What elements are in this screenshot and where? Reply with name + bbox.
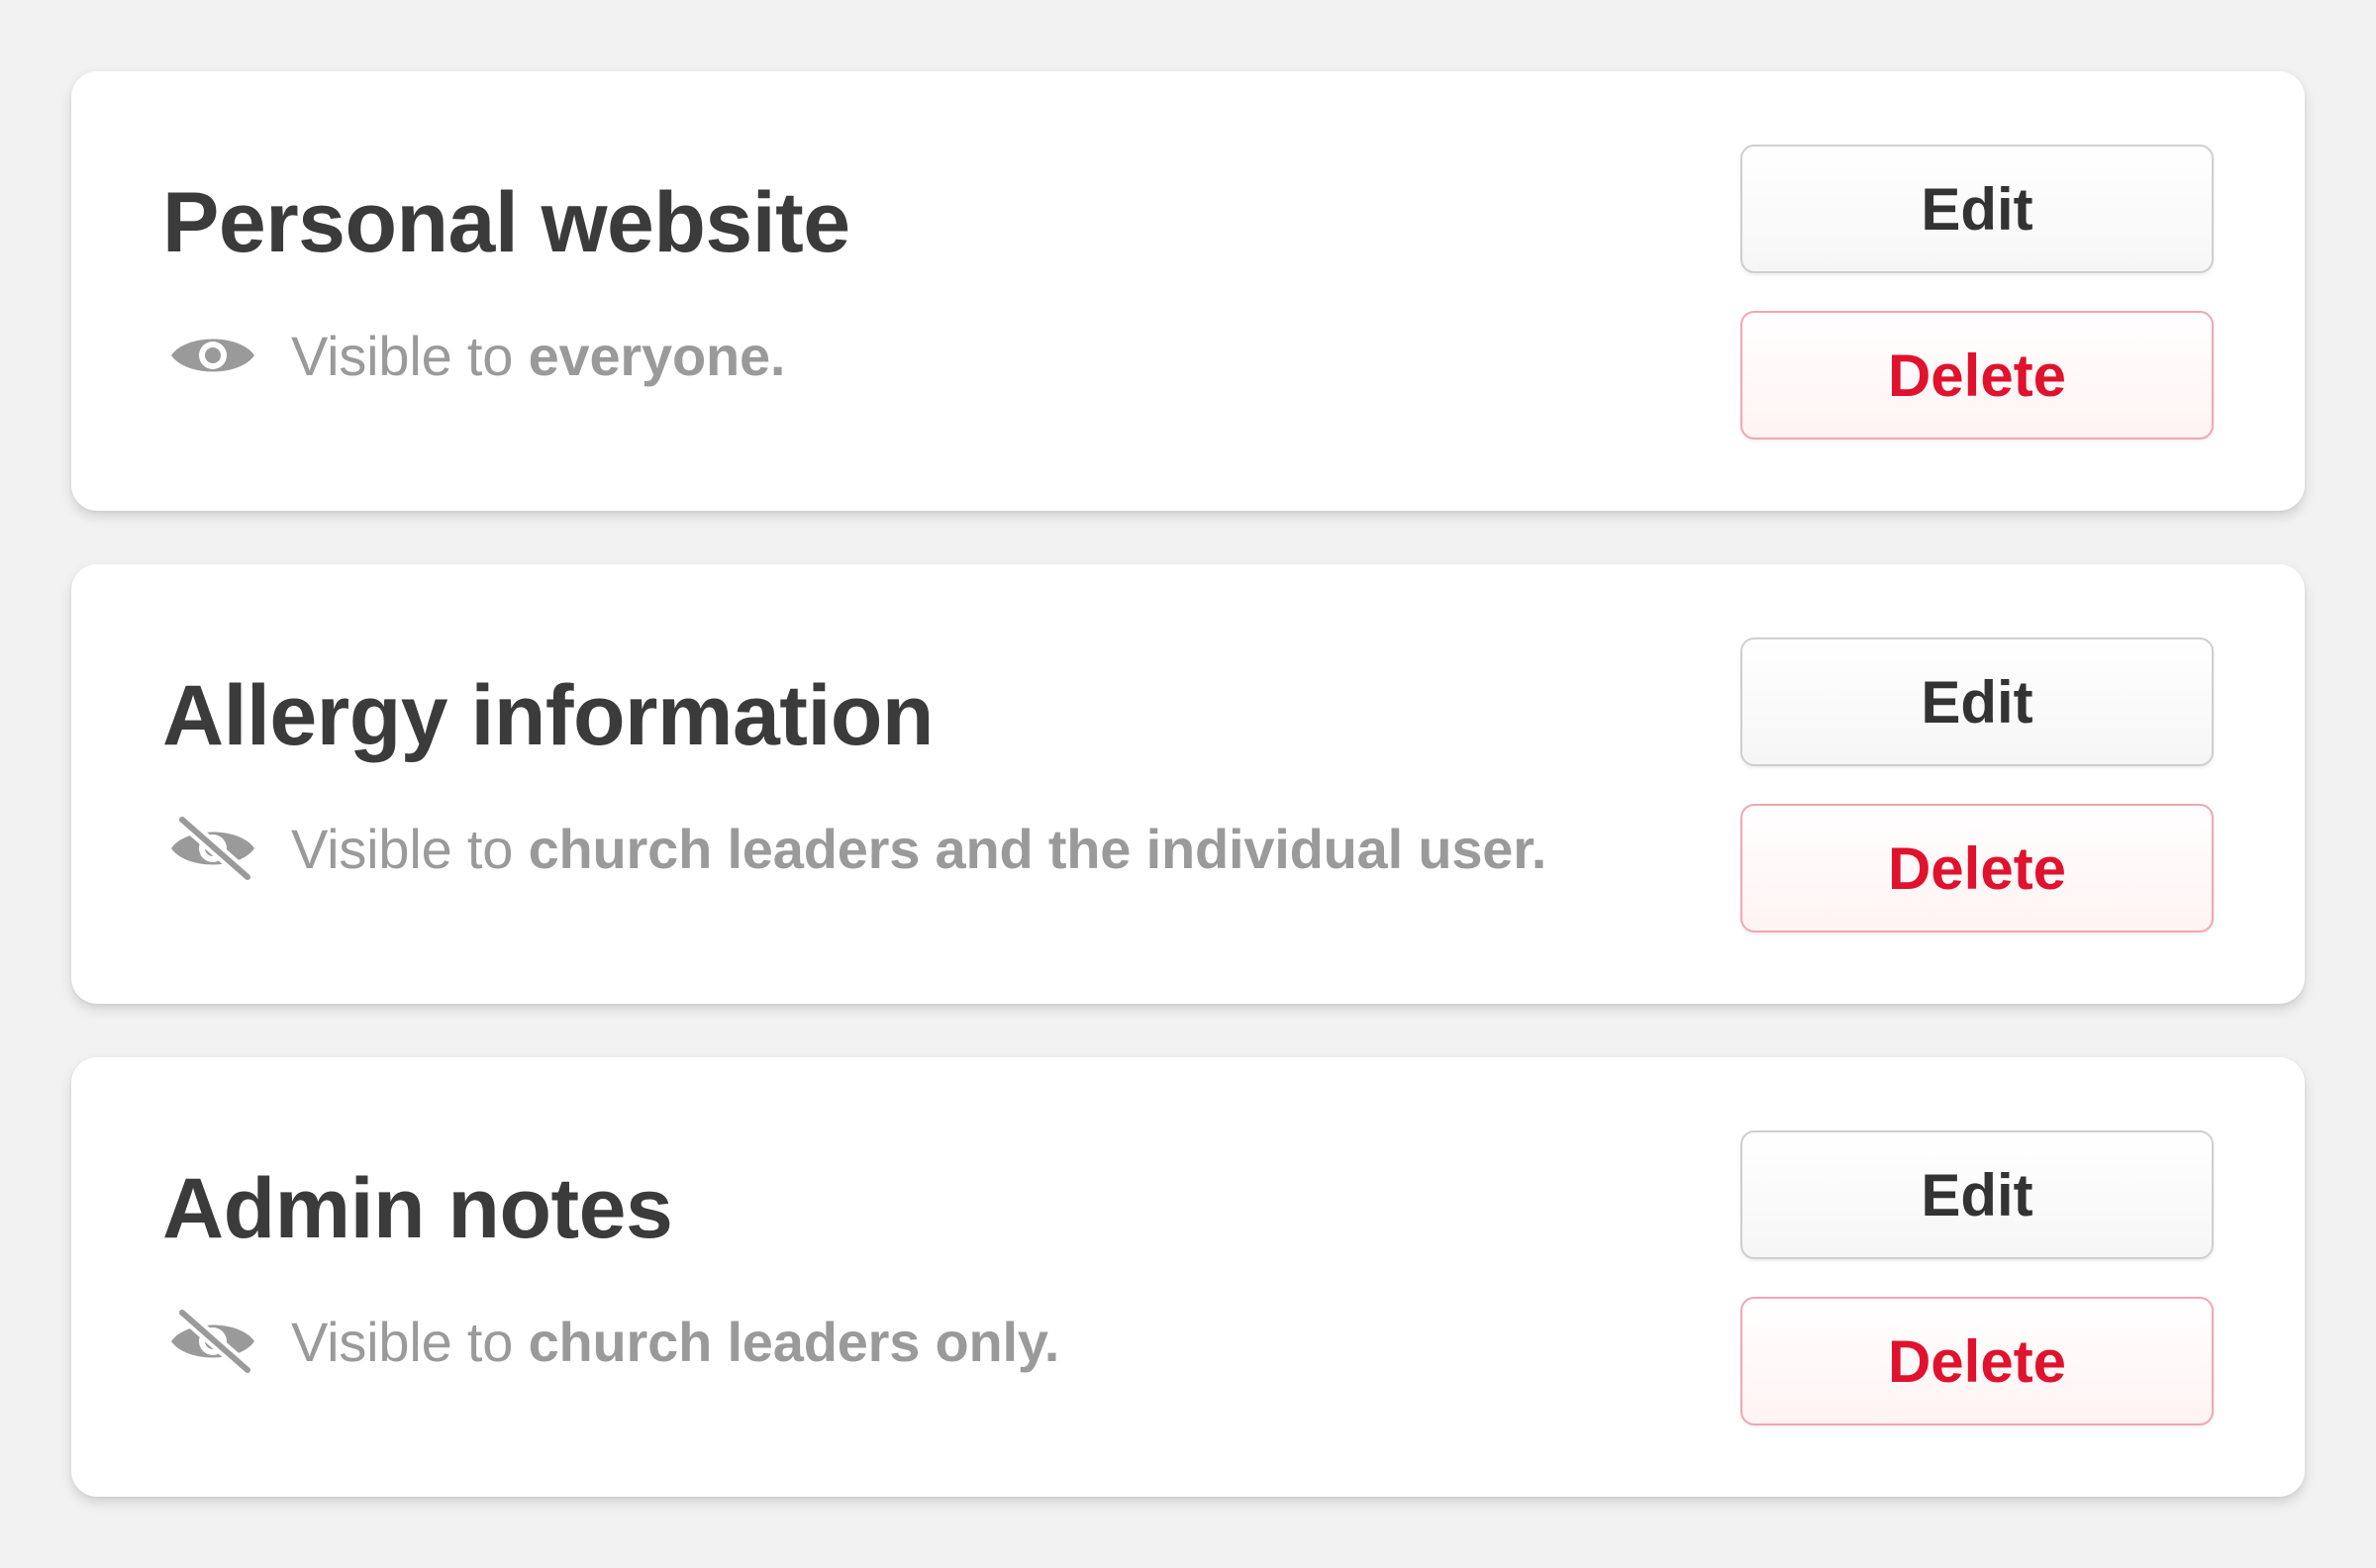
visibility-text: Visible to church leaders only. <box>291 1310 1059 1374</box>
visibility-prefix: Visible to <box>291 1310 529 1373</box>
visibility-audience: church leaders and the individual user. <box>528 817 1547 880</box>
eye-slash-icon <box>168 1307 257 1376</box>
field-card-admin-notes: Admin notes Visible to church leaders on… <box>71 1057 2305 1497</box>
visibility-prefix: Visible to <box>291 817 529 880</box>
edit-button[interactable]: Edit <box>1740 1130 2214 1259</box>
delete-button[interactable]: Delete <box>1740 1297 2214 1425</box>
visibility-info: Visible to everyone. <box>168 321 785 390</box>
visibility-audience: everyone. <box>528 324 786 387</box>
edit-button[interactable]: Edit <box>1740 637 2214 766</box>
visibility-info: Visible to church leaders and the indivi… <box>168 814 1546 883</box>
visibility-audience: church leaders only. <box>528 1310 1060 1373</box>
visibility-text: Visible to everyone. <box>291 324 785 388</box>
field-title: Admin notes <box>162 1161 673 1256</box>
field-title: Personal website <box>162 175 850 270</box>
eye-icon <box>168 321 257 390</box>
eye-slash-icon <box>168 814 257 883</box>
field-card-allergy-information: Allergy information Visible to church le… <box>71 564 2305 1004</box>
custom-field-list: Personal website Visible to everyone. Ed… <box>71 71 2305 1550</box>
visibility-info: Visible to church leaders only. <box>168 1307 1059 1376</box>
field-card-personal-website: Personal website Visible to everyone. Ed… <box>71 71 2305 511</box>
visibility-text: Visible to church leaders and the indivi… <box>291 817 1546 881</box>
delete-button[interactable]: Delete <box>1740 804 2214 932</box>
field-title: Allergy information <box>162 668 934 763</box>
visibility-prefix: Visible to <box>291 324 529 387</box>
edit-button[interactable]: Edit <box>1740 145 2214 273</box>
delete-button[interactable]: Delete <box>1740 311 2214 440</box>
